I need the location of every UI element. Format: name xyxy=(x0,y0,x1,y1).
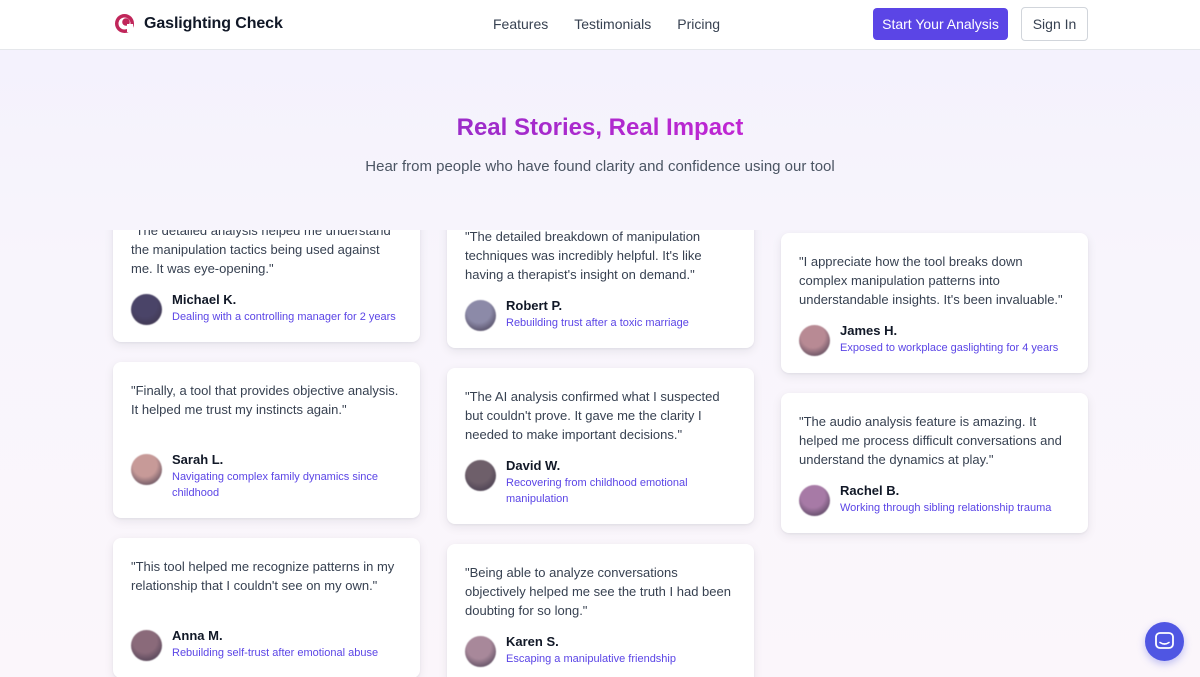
section-subtitle: Hear from people who have found clarity … xyxy=(365,158,835,175)
logo-icon xyxy=(115,14,134,33)
testimonial-author: James H. Exposed to workplace gaslighting… xyxy=(799,322,1070,356)
testimonial-card: "Being able to analyze conversations obj… xyxy=(447,544,754,677)
avatar xyxy=(131,630,162,661)
sign-in-button[interactable]: Sign In xyxy=(1021,7,1088,41)
testimonial-column-2: "I finally have evidence of what was hap… xyxy=(447,230,754,677)
author-name: James H. xyxy=(840,323,898,338)
author-situation: Exposed to workplace gaslighting for 4 y… xyxy=(840,342,1059,354)
testimonial-author: David W. Recovering from childhood emotio… xyxy=(465,457,736,507)
testimonial-author: Robert P. Rebuilding trust after a toxic … xyxy=(465,297,736,331)
author-name: Michael K. xyxy=(172,292,237,307)
nav-link-features[interactable]: Features xyxy=(493,16,548,32)
author-name: David W. xyxy=(506,458,561,473)
testimonial-column-3: "The insights helped me see the manipula… xyxy=(781,230,1088,553)
start-analysis-button[interactable]: Start Your Analysis xyxy=(873,8,1008,40)
author-name: Anna M. xyxy=(172,628,223,643)
testimonial-quote: "Being able to analyze conversations obj… xyxy=(465,565,731,618)
testimonial-card: "The AI analysis confirmed what I suspec… xyxy=(447,368,754,524)
author-info: Sarah L. Navigating complex family dynami… xyxy=(172,451,402,501)
author-info: Anna M. Rebuilding self-trust after emoti… xyxy=(172,627,378,661)
testimonial-quote: "This tool helped me recognize patterns … xyxy=(131,559,395,593)
nav-link-pricing[interactable]: Pricing xyxy=(677,16,720,32)
testimonial-author: Michael K. Dealing with a controlling man… xyxy=(131,291,402,325)
author-name: Sarah L. xyxy=(172,452,224,467)
avatar xyxy=(465,636,496,667)
avatar xyxy=(465,300,496,331)
avatar xyxy=(465,460,496,491)
author-situation: Dealing with a controlling manager for 2… xyxy=(172,311,396,323)
testimonial-card: "The detailed analysis helped me underst… xyxy=(113,230,420,342)
main-nav: Features Testimonials Pricing xyxy=(493,16,746,32)
nav-link-testimonials[interactable]: Testimonials xyxy=(574,16,651,32)
avatar xyxy=(131,294,162,325)
author-info: Robert P. Rebuilding trust after a toxic … xyxy=(506,297,689,331)
author-name: Karen S. xyxy=(506,634,559,649)
testimonial-quote: "The detailed analysis helped me underst… xyxy=(131,230,391,276)
author-situation: Navigating complex family dynamics since… xyxy=(172,471,379,499)
testimonial-author: Karen S. Escaping a manipulative friendsh… xyxy=(465,633,736,667)
testimonials-grid: "The tool helped me recognize patterns I… xyxy=(0,230,1200,677)
testimonial-quote: "I appreciate how the tool breaks down c… xyxy=(799,254,1063,307)
testimonial-quote: "The detailed breakdown of manipulation … xyxy=(465,230,702,282)
author-situation: Recovering from childhood emotional mani… xyxy=(506,477,688,505)
testimonial-author: Anna M. Rebuilding self-trust after emoti… xyxy=(131,627,402,661)
testimonial-quote: "The AI analysis confirmed what I suspec… xyxy=(465,389,720,442)
author-situation: Working through sibling relationship tra… xyxy=(840,502,1052,514)
author-situation: Escaping a manipulative friendship xyxy=(506,653,676,665)
testimonial-author: Rachel B. Working through sibling relatio… xyxy=(799,482,1070,516)
author-info: Karen S. Escaping a manipulative friendsh… xyxy=(506,633,676,667)
testimonial-card: "Finally, a tool that provides objective… xyxy=(113,362,420,518)
testimonial-quote: "Finally, a tool that provides objective… xyxy=(131,383,399,417)
author-situation: Rebuilding trust after a toxic marriage xyxy=(506,317,689,329)
testimonial-card: "The detailed breakdown of manipulation … xyxy=(447,230,754,348)
testimonial-card: "This tool helped me recognize patterns … xyxy=(113,538,420,677)
testimonial-card: "I appreciate how the tool breaks down c… xyxy=(781,233,1088,373)
chat-widget-button[interactable] xyxy=(1145,622,1184,661)
chat-bubble-icon xyxy=(1155,632,1174,649)
author-info: David W. Recovering from childhood emotio… xyxy=(506,457,736,507)
author-info: Rachel B. Working through sibling relatio… xyxy=(840,482,1051,516)
author-info: James H. Exposed to workplace gaslighting… xyxy=(840,322,1058,356)
section-title: Real Stories, Real Impact xyxy=(456,114,744,141)
author-name: Robert P. xyxy=(506,298,563,313)
testimonial-card: "The audio analysis feature is amazing. … xyxy=(781,393,1088,533)
avatar xyxy=(799,485,830,516)
brand-name: Gaslighting Check xyxy=(144,14,283,32)
author-info: Michael K. Dealing with a controlling man… xyxy=(172,291,396,325)
testimonial-column-1: "The tool helped me recognize patterns I… xyxy=(113,230,420,677)
testimonial-author: Sarah L. Navigating complex family dynami… xyxy=(131,451,402,501)
author-name: Rachel B. xyxy=(840,483,900,498)
avatar xyxy=(799,325,830,356)
site-header: Gaslighting Check Features Testimonials … xyxy=(0,0,1200,50)
brand-logo[interactable]: Gaslighting Check xyxy=(114,13,283,34)
author-situation: Rebuilding self-trust after emotional ab… xyxy=(172,647,379,659)
avatar xyxy=(131,454,162,485)
testimonial-quote: "The audio analysis feature is amazing. … xyxy=(799,414,1062,467)
